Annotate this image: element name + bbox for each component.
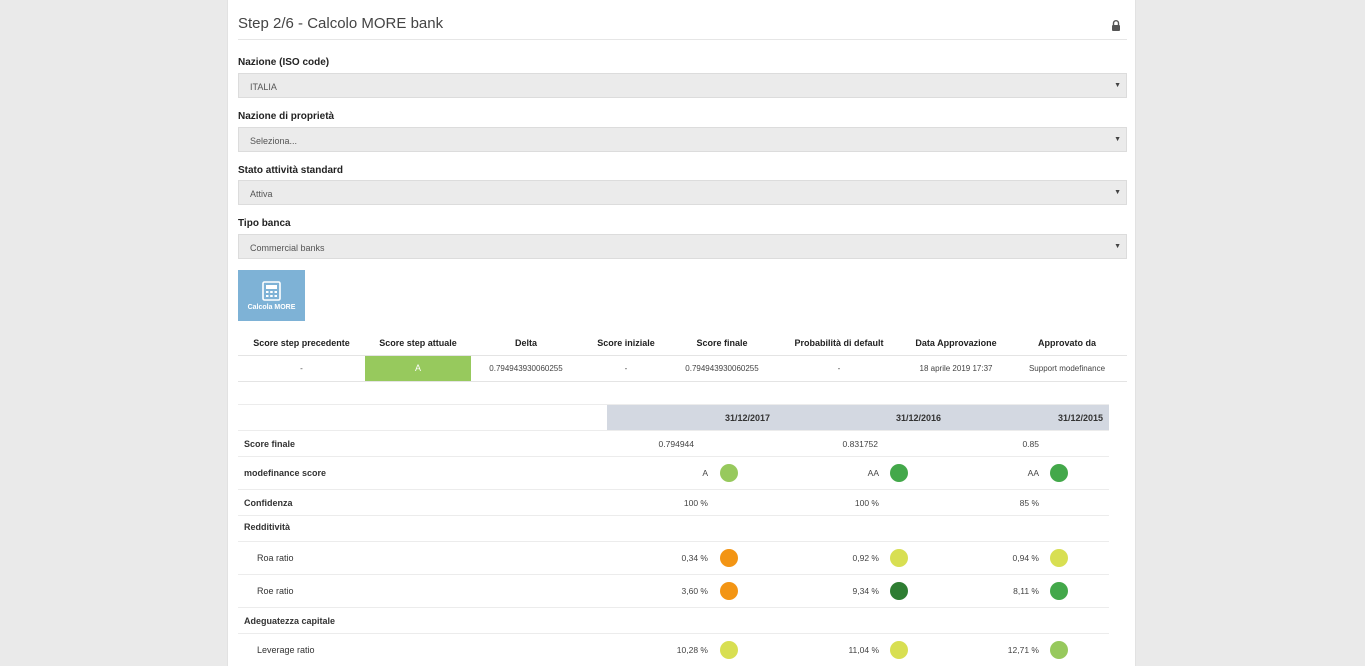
table-cell: -	[238, 355, 365, 382]
value-cell: 0.831752	[842, 439, 878, 449]
value-cell: 0,94 %	[1012, 553, 1039, 563]
row-label: Roa ratio	[257, 553, 294, 563]
column-header: Score step attuale	[365, 332, 471, 356]
value-cell: 100 %	[854, 498, 879, 508]
value-cell: 0,34 %	[681, 553, 708, 563]
chevron-down-icon: ▼	[1114, 243, 1121, 250]
chevron-down-icon: ▼	[1114, 189, 1121, 196]
table-cell: -	[581, 355, 671, 382]
stato-value: Attiva	[250, 189, 273, 199]
value-cell: 85 %	[1019, 498, 1039, 508]
row-label: Roe ratio	[257, 586, 294, 596]
nazione-value: ITALIA	[250, 82, 277, 92]
scores-table: Score step precedente Score step attuale…	[238, 332, 1127, 382]
value-cell: 100 %	[683, 498, 708, 508]
scores-header-row: Score step precedente Score step attuale…	[238, 332, 1127, 356]
tipo-select[interactable]: Commercial banks ▼	[238, 234, 1127, 259]
value-cell: 11,04 %	[848, 645, 879, 655]
value-cell: 8,11 %	[1013, 586, 1039, 596]
chevron-down-icon: ▼	[1114, 82, 1121, 89]
section-label: Redditività	[244, 522, 291, 532]
score-badge: A	[365, 355, 471, 382]
financial-row: Roa ratio 0,34 % 0,92 % 0,94 %	[238, 541, 1109, 574]
year-header: 31/12/2015	[1057, 413, 1103, 423]
financial-row: Score finale 0.794944 0.831752 0.85	[238, 430, 1109, 456]
financial-row: modefinance score A AA AA	[238, 456, 1109, 489]
financials-table: 31/12/2017 31/12/2016 31/12/2015 Score f…	[238, 404, 1109, 666]
row-label: Score finale	[244, 439, 296, 449]
column-header: Approvato da	[1007, 332, 1127, 356]
nazione-label: Nazione (ISO code)	[238, 57, 330, 68]
table-row: - A 0.794943930060255 - 0.79494393006025…	[238, 355, 1127, 382]
value-cell: A	[702, 468, 708, 478]
row-label: modefinance score	[244, 468, 327, 478]
value-cell: 0.85	[1022, 439, 1039, 449]
table-cell: 0.794943930060255	[671, 355, 773, 382]
value-cell: 12,71 %	[1007, 645, 1039, 655]
rating-indicator	[1050, 641, 1068, 659]
rating-indicator	[720, 641, 738, 659]
value-cell: 10,28 %	[676, 645, 708, 655]
nazione-select[interactable]: ITALIA ▼	[238, 73, 1127, 98]
column-header: Score finale	[671, 332, 773, 356]
value-cell: 0,92 %	[852, 553, 879, 563]
stato-select[interactable]: Attiva ▼	[238, 180, 1127, 205]
rating-indicator	[890, 582, 908, 600]
row-label: Leverage ratio	[257, 645, 315, 655]
rating-indicator	[720, 549, 738, 567]
column-header: Delta	[471, 332, 581, 356]
proprieta-select[interactable]: Seleziona... ▼	[238, 127, 1127, 152]
year-header: 31/12/2016	[895, 413, 941, 423]
rating-indicator	[1050, 549, 1068, 567]
chevron-down-icon: ▼	[1114, 136, 1121, 143]
rating-indicator	[890, 549, 908, 567]
table-cell: 0.794943930060255	[471, 355, 581, 382]
rating-indicator	[1050, 582, 1068, 600]
rating-indicator	[720, 464, 738, 482]
rating-indicator	[1050, 464, 1068, 482]
row-label: Confidenza	[244, 498, 293, 508]
calculator-icon	[262, 281, 281, 301]
financials-header: 31/12/2017 31/12/2016 31/12/2015	[238, 404, 1109, 431]
value-cell: 0.794944	[658, 439, 694, 449]
proprieta-label: Nazione di proprietà	[238, 111, 335, 122]
proprieta-value: Seleziona...	[250, 136, 298, 146]
rating-indicator	[720, 582, 738, 600]
column-header: Data Approvazione	[905, 332, 1007, 356]
column-header: Score step precedente	[238, 332, 365, 356]
tipo-label: Tipo banca	[238, 218, 291, 229]
stato-label: Stato attività standard	[238, 165, 344, 176]
value-cell: AA	[867, 468, 879, 478]
value-cell: 3,60 %	[681, 586, 708, 596]
rating-indicator	[890, 464, 908, 482]
table-cell: -	[773, 355, 905, 382]
tipo-value: Commercial banks	[250, 243, 325, 253]
year-header: 31/12/2017	[724, 413, 770, 423]
rating-indicator	[890, 641, 908, 659]
financial-row: Leverage ratio 10,28 % 11,04 % 12,71 %	[238, 633, 1109, 666]
calcola-more-label: Calcola MORE	[247, 304, 296, 311]
financial-row: Confidenza 100 % 100 % 85 %	[238, 489, 1109, 515]
value-cell: AA	[1027, 468, 1039, 478]
section-row: Adeguatezza capitale	[238, 607, 1109, 633]
table-cell: Support modefinance	[1007, 355, 1127, 382]
column-header: Probabilità di default	[773, 332, 905, 356]
lock-icon[interactable]	[1111, 20, 1121, 31]
section-label: Adeguatezza capitale	[244, 616, 336, 626]
page-title: Step 2/6 - Calcolo MORE bank	[238, 15, 444, 32]
calcola-more-button[interactable]: Calcola MORE	[238, 270, 305, 321]
value-cell: 9,34 %	[852, 586, 879, 596]
financial-row: Roe ratio 3,60 % 9,34 % 8,11 %	[238, 574, 1109, 607]
section-row: Redditività	[238, 515, 1109, 541]
column-header: Score iniziale	[581, 332, 671, 356]
step-panel: Step 2/6 - Calcolo MORE bank Nazione (IS…	[227, 0, 1136, 666]
table-cell: 18 aprile 2019 17:37	[905, 355, 1007, 382]
title-bar: Step 2/6 - Calcolo MORE bank	[238, 0, 1127, 40]
